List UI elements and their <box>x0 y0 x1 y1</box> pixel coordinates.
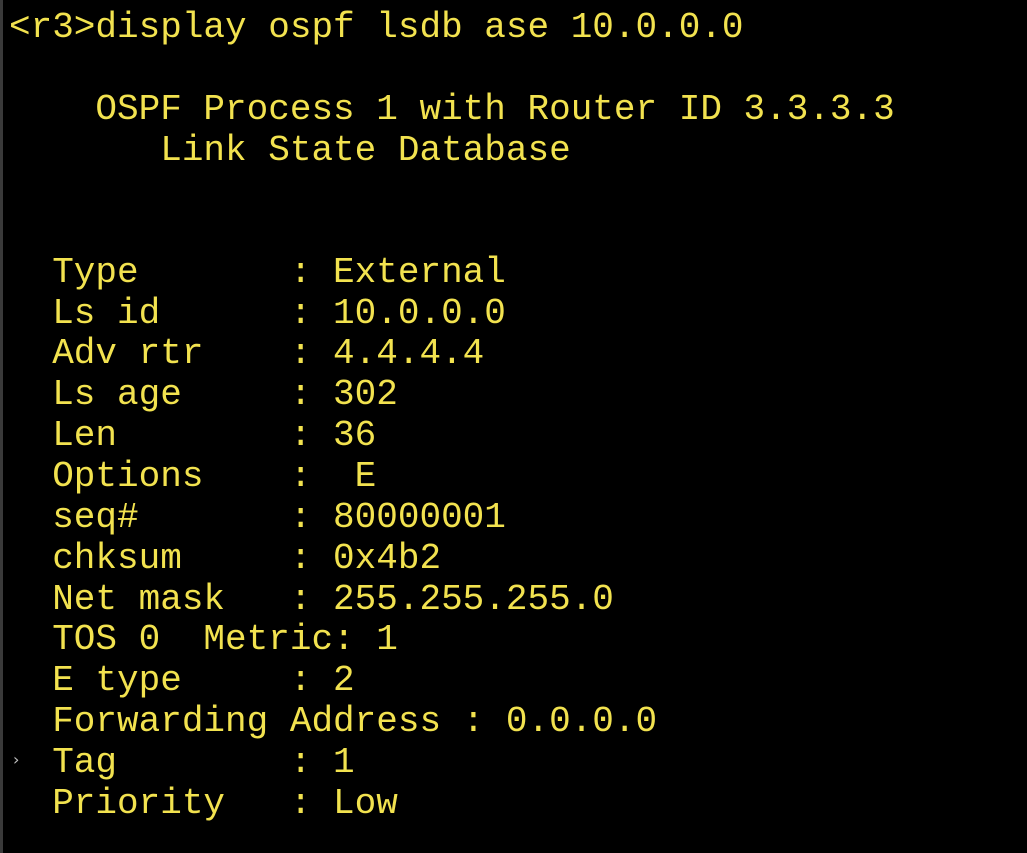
field-options: Options : E <box>9 456 377 497</box>
field-ls-age: Ls age : 302 <box>9 374 398 415</box>
field-forwarding-address: Forwarding Address : 0.0.0.0 <box>9 701 658 742</box>
field-priority: Priority : Low <box>9 783 398 824</box>
field-tos-metric: TOS 0 Metric: 1 <box>9 619 398 660</box>
terminal-window[interactable]: <r3>display ospf lsdb ase 10.0.0.0 OSPF … <box>0 0 1027 853</box>
field-tag: Tag : 1 <box>9 742 355 783</box>
field-e-type: E type : 2 <box>9 660 355 701</box>
field-seq: seq# : 80000001 <box>9 497 506 538</box>
field-ls-id: Ls id : 10.0.0.0 <box>9 293 506 334</box>
command-prompt-line: <r3>display ospf lsdb ase 10.0.0.0 <box>9 7 744 48</box>
field-adv-rtr: Adv rtr : 4.4.4.4 <box>9 333 485 374</box>
ospf-process-header: OSPF Process 1 with Router ID 3.3.3.3 <box>9 89 895 130</box>
field-len: Len : 36 <box>9 415 377 456</box>
field-net-mask: Net mask : 255.255.255.0 <box>9 579 614 620</box>
field-type: Type : External <box>9 252 506 293</box>
chevron-right-icon: › <box>13 750 20 769</box>
lsdb-title: Link State Database <box>9 130 571 171</box>
field-chksum: chksum : 0x4b2 <box>9 538 442 579</box>
